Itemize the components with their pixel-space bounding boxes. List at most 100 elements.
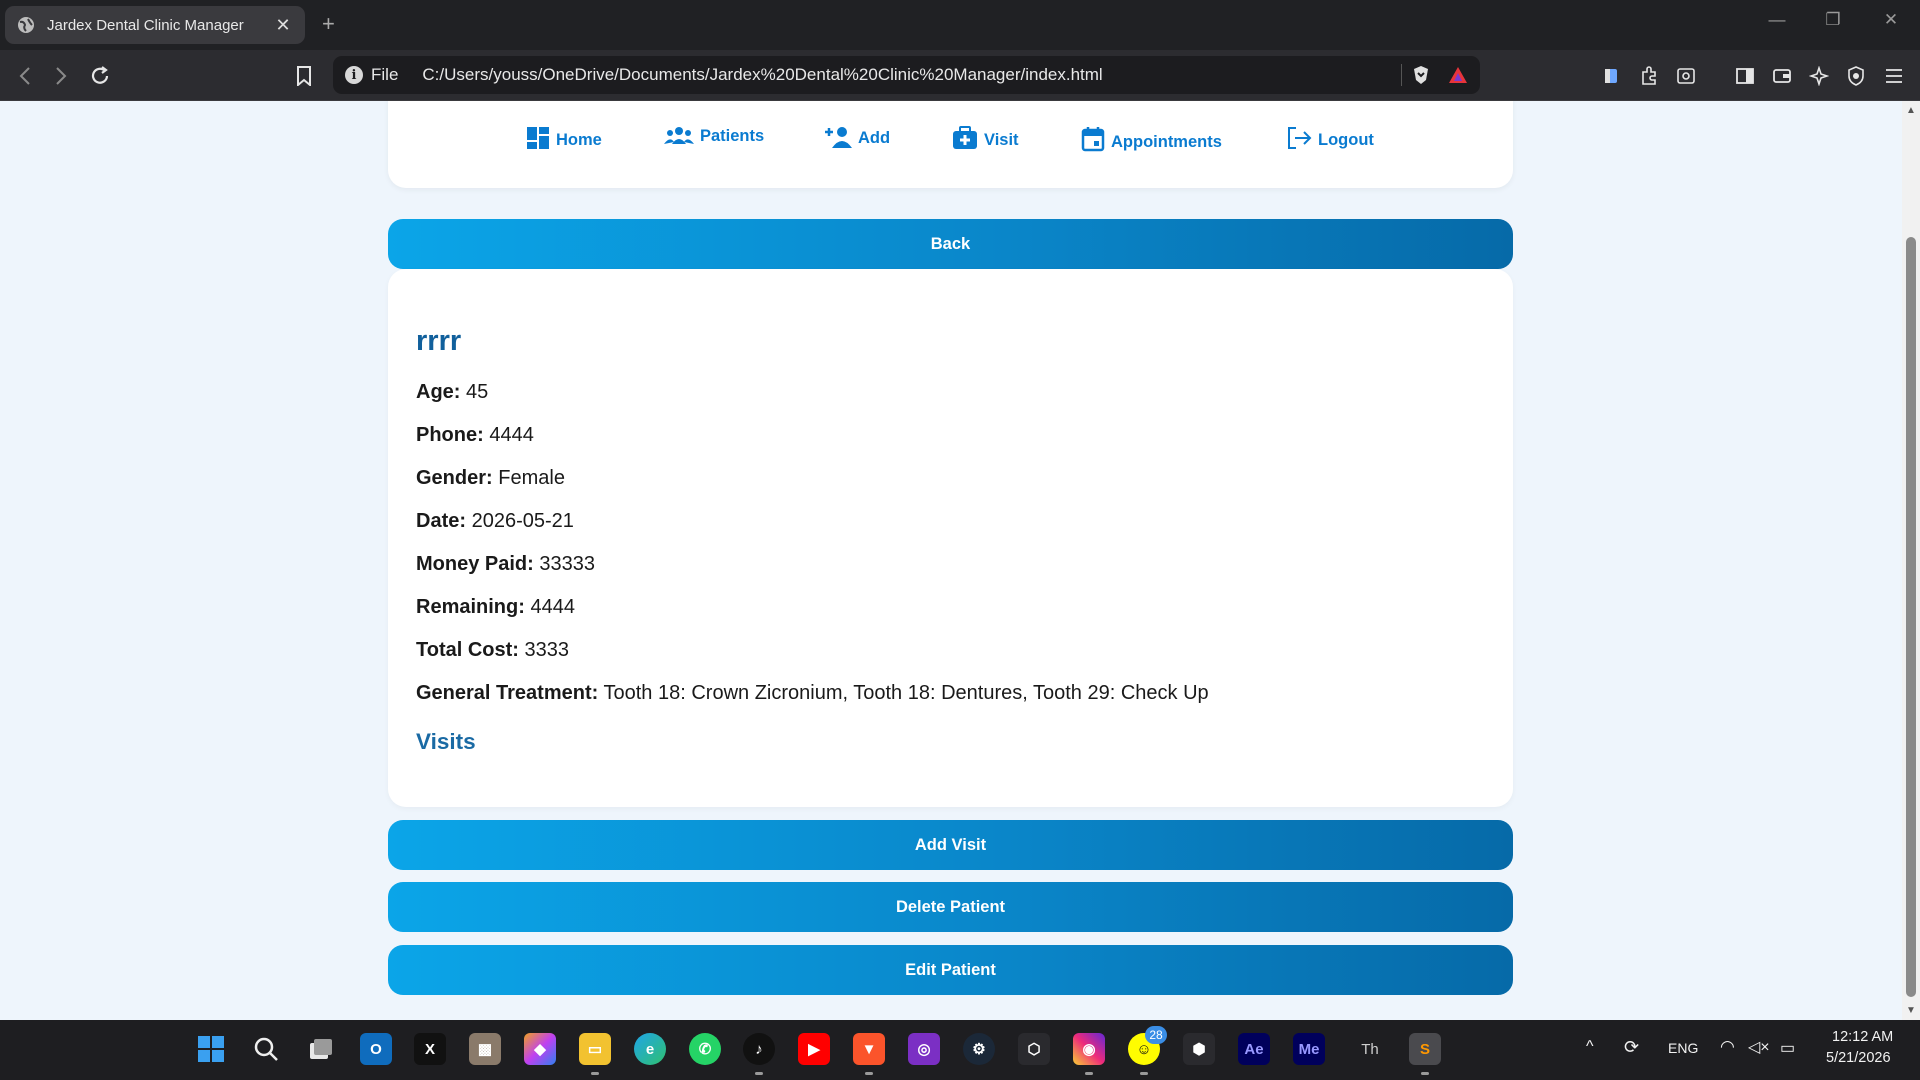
edit-patient-button[interactable]: Edit Patient	[388, 945, 1513, 995]
brave-rewards-icon[interactable]	[1448, 66, 1468, 84]
clock-time[interactable]: 12:12 AM	[1832, 1029, 1893, 1045]
search-icon[interactable]	[250, 1033, 282, 1065]
dashboard-icon	[527, 127, 549, 149]
field-label: Phone:	[416, 424, 484, 446]
typora-icon[interactable]: Th	[1354, 1033, 1386, 1065]
taskbar: O X ▩ ◆ ▭ e ✆ ♪ ▶ ▼ ◎ ⚙ ⬡ ◉ ☺ 28 ⬢ Ae Me…	[0, 1020, 1920, 1080]
xtools-icon[interactable]: X	[414, 1033, 446, 1065]
language-indicator[interactable]: ENG	[1668, 1040, 1698, 1056]
close-tab-icon[interactable]: ✕	[273, 15, 293, 36]
patient-field-date: Date: 2026-05-21	[416, 510, 574, 533]
whatsapp-icon[interactable]: ✆	[689, 1033, 721, 1065]
field-value: Tooth 18: Crown Zicronium, Tooth 18: Den…	[603, 682, 1209, 704]
youtube-icon[interactable]: ▶	[798, 1033, 830, 1065]
back-arrow-icon[interactable]	[10, 61, 40, 91]
field-value: 2026-05-21	[471, 510, 574, 532]
copilot-icon[interactable]: ◆	[524, 1033, 556, 1065]
calendar-icon	[1081, 127, 1105, 152]
unity-icon[interactable]: ⬡	[1018, 1033, 1050, 1065]
scroll-up-icon[interactable]: ▲	[1906, 105, 1916, 116]
sidebar-icon[interactable]	[1732, 63, 1758, 89]
nav-patients-label: Patients	[700, 127, 765, 145]
field-label: Money Paid:	[416, 553, 534, 575]
steam-icon[interactable]: ⚙	[963, 1033, 995, 1065]
field-value: 33333	[539, 553, 595, 575]
browser-toolbar: i File C:/Users/youss/OneDrive/Documents…	[0, 50, 1920, 101]
brave-icon[interactable]: ▼	[853, 1033, 885, 1065]
media-encoder-icon[interactable]: Me	[1293, 1033, 1325, 1065]
unity-hub-icon[interactable]: ⬢	[1183, 1033, 1215, 1065]
nav-appointments[interactable]: Appointments	[1081, 126, 1222, 152]
nav-add[interactable]: Add	[824, 126, 890, 148]
brave-shield-icon[interactable]	[1412, 65, 1430, 85]
medical-kit-icon	[953, 126, 977, 149]
minecraft-icon[interactable]: ▩	[469, 1033, 501, 1065]
battery-icon[interactable]: ▭	[1780, 1038, 1795, 1058]
menu-icon[interactable]	[1881, 63, 1907, 89]
after-effects-icon[interactable]: Ae	[1238, 1033, 1270, 1065]
running-indicator	[591, 1072, 599, 1075]
wallet-card-icon[interactable]	[1769, 63, 1795, 89]
close-window-icon[interactable]: ✕	[1876, 10, 1906, 30]
nav-logout[interactable]: Logout	[1286, 126, 1374, 150]
nav-home[interactable]: Home	[526, 126, 602, 150]
tab-title: Jardex Dental Clinic Manager	[47, 16, 244, 34]
tiktok-icon[interactable]: ♪	[743, 1033, 775, 1065]
field-value: 3333	[524, 639, 570, 661]
task-view-icon[interactable]	[305, 1033, 337, 1065]
visits-heading: Visits	[416, 729, 476, 754]
edge-icon[interactable]: e	[634, 1033, 666, 1065]
file-explorer-icon[interactable]: ▭	[579, 1033, 611, 1065]
sublime-text-icon[interactable]: S	[1409, 1033, 1441, 1065]
page-scrollbar[interactable]: ▲ ▼	[1902, 101, 1920, 1020]
delete-patient-button[interactable]: Delete Patient	[388, 882, 1513, 932]
extensions-icon[interactable]	[1636, 63, 1662, 89]
leo-ai-icon[interactable]	[1806, 63, 1832, 89]
wallet-icon[interactable]	[1598, 63, 1624, 89]
url-scheme: File	[371, 65, 399, 84]
clock-date[interactable]: 5/21/2026	[1826, 1050, 1891, 1066]
instagram-icon[interactable]: ◉	[1073, 1033, 1105, 1065]
patient-field-age: Age: 45	[416, 381, 488, 404]
game-controller-icon[interactable]: ◎	[908, 1033, 940, 1065]
vpn-shield-icon[interactable]	[1843, 63, 1869, 89]
field-label: Total Cost:	[416, 639, 519, 661]
nav-visit[interactable]: Visit	[952, 126, 1019, 150]
scroll-down-icon[interactable]: ▼	[1906, 1005, 1916, 1016]
sync-icon[interactable]: ⟳	[1624, 1037, 1639, 1058]
page-search-icon[interactable]	[1673, 63, 1699, 89]
nav-patients[interactable]: Patients	[664, 126, 764, 146]
add-visit-button[interactable]: Add Visit	[388, 820, 1513, 870]
forward-arrow-icon[interactable]	[46, 61, 76, 91]
chevron-up-icon[interactable]: ^	[1586, 1038, 1594, 1056]
patient-field-phone: Phone: 4444	[416, 424, 534, 447]
minimize-icon[interactable]: —	[1762, 10, 1792, 30]
address-bar[interactable]: i File C:/Users/youss/OneDrive/Documents…	[333, 56, 1480, 94]
back-button[interactable]: Back	[388, 219, 1513, 269]
field-value: 4444	[489, 424, 534, 446]
patient-name: rrrr	[416, 325, 462, 357]
browser-tab[interactable]: Jardex Dental Clinic Manager ✕	[5, 6, 305, 44]
nav-appointments-label: Appointments	[1111, 133, 1222, 151]
app-navbar: Home Patients Add Visit Appointments Log…	[388, 101, 1513, 188]
new-tab-button[interactable]: +	[322, 11, 335, 37]
info-icon[interactable]: i	[345, 66, 363, 84]
wifi-icon[interactable]: ◠	[1720, 1037, 1735, 1057]
user-plus-icon	[825, 127, 852, 148]
nav-home-label: Home	[556, 131, 602, 149]
reload-icon[interactable]	[85, 61, 115, 91]
running-indicator	[865, 1072, 873, 1075]
field-label: Remaining:	[416, 596, 525, 618]
notification-badge: 28	[1145, 1026, 1167, 1044]
url-text[interactable]: C:/Users/youss/OneDrive/Documents/Jardex…	[422, 65, 1391, 85]
outlook-icon[interactable]: O	[360, 1033, 392, 1065]
windows-start-icon[interactable]	[195, 1033, 227, 1065]
patient-field-total-cost: Total Cost: 3333	[416, 639, 569, 662]
bookmark-icon[interactable]	[289, 61, 319, 91]
globe-icon	[18, 17, 34, 33]
field-value: Female	[498, 467, 565, 489]
restore-icon[interactable]: ❐	[1818, 10, 1848, 30]
volume-muted-icon[interactable]: ◁×	[1748, 1037, 1770, 1057]
nav-visit-label: Visit	[984, 131, 1019, 149]
scroll-thumb[interactable]	[1906, 237, 1916, 997]
